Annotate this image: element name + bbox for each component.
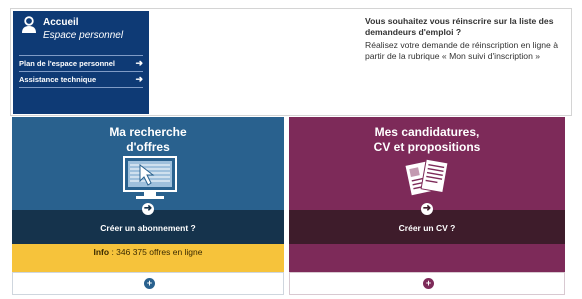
- arrow-right-icon: ➜: [135, 74, 143, 84]
- sidebar-item-assistance[interactable]: Assistance technique ➜: [19, 74, 143, 85]
- card-title-line1: Ma recherche: [109, 125, 187, 139]
- plus-icon[interactable]: +: [423, 278, 434, 289]
- offers-info-box: Info : 346 375 offres en ligne: [12, 244, 284, 272]
- card-title: Mes candidatures, CV et propositions: [289, 125, 565, 155]
- documents-icon: [405, 158, 449, 196]
- create-subscription-link[interactable]: Créer un abonnement ?: [12, 223, 284, 233]
- create-cv-link[interactable]: Créer un CV ?: [289, 223, 565, 233]
- card-applications[interactable]: Mes candidatures, CV et propositions ➜ C…: [289, 117, 565, 295]
- sidebar-item-label: Plan de l'espace personnel: [19, 59, 115, 68]
- accueil-link[interactable]: Accueil: [43, 17, 79, 28]
- card-job-search[interactable]: Ma recherche d'offres ➜ Créer un abonnem…: [12, 117, 284, 295]
- card-footer: +: [289, 272, 565, 295]
- plus-icon[interactable]: +: [144, 278, 155, 289]
- card-title-line2: d'offres: [126, 140, 170, 154]
- notice-body[interactable]: Réalisez votre demande de réinscription …: [365, 40, 565, 63]
- card-title: Ma recherche d'offres: [12, 125, 284, 155]
- sidebar-item-label: Assistance technique: [19, 75, 97, 84]
- create-cv-band[interactable]: ➜ Créer un CV ?: [289, 203, 565, 244]
- create-subscription-band[interactable]: ➜ Créer un abonnement ?: [12, 203, 284, 244]
- computer-click-icon: [123, 156, 177, 199]
- user-icon: [22, 16, 36, 33]
- personal-space-panel: Accueil Espace personnel Plan de l'espac…: [13, 11, 149, 114]
- sidebar-item-plan[interactable]: Plan de l'espace personnel ➜: [19, 58, 143, 69]
- card-body-fill: [289, 244, 565, 272]
- card-footer: +: [12, 272, 284, 295]
- sidebar-divider: [19, 87, 143, 88]
- sidebar-divider: [19, 71, 143, 72]
- sidebar-divider: [19, 55, 143, 56]
- arrow-right-icon: ➜: [421, 203, 433, 215]
- reinscription-notice: Vous souhaitez vous réinscrire sur la li…: [365, 16, 565, 62]
- offers-info-text: Info : 346 375 offres en ligne: [12, 247, 284, 257]
- card-title-line2: CV et propositions: [373, 140, 481, 154]
- info-value: : 346 375 offres en ligne: [109, 247, 203, 257]
- espace-personnel-label: Espace personnel: [43, 30, 124, 41]
- card-title-line1: Mes candidatures,: [374, 125, 480, 139]
- info-label: Info: [93, 247, 110, 257]
- arrow-right-icon: ➜: [135, 58, 143, 68]
- notice-question: Vous souhaitez vous réinscrire sur la li…: [365, 16, 554, 38]
- arrow-right-icon: ➜: [142, 203, 154, 215]
